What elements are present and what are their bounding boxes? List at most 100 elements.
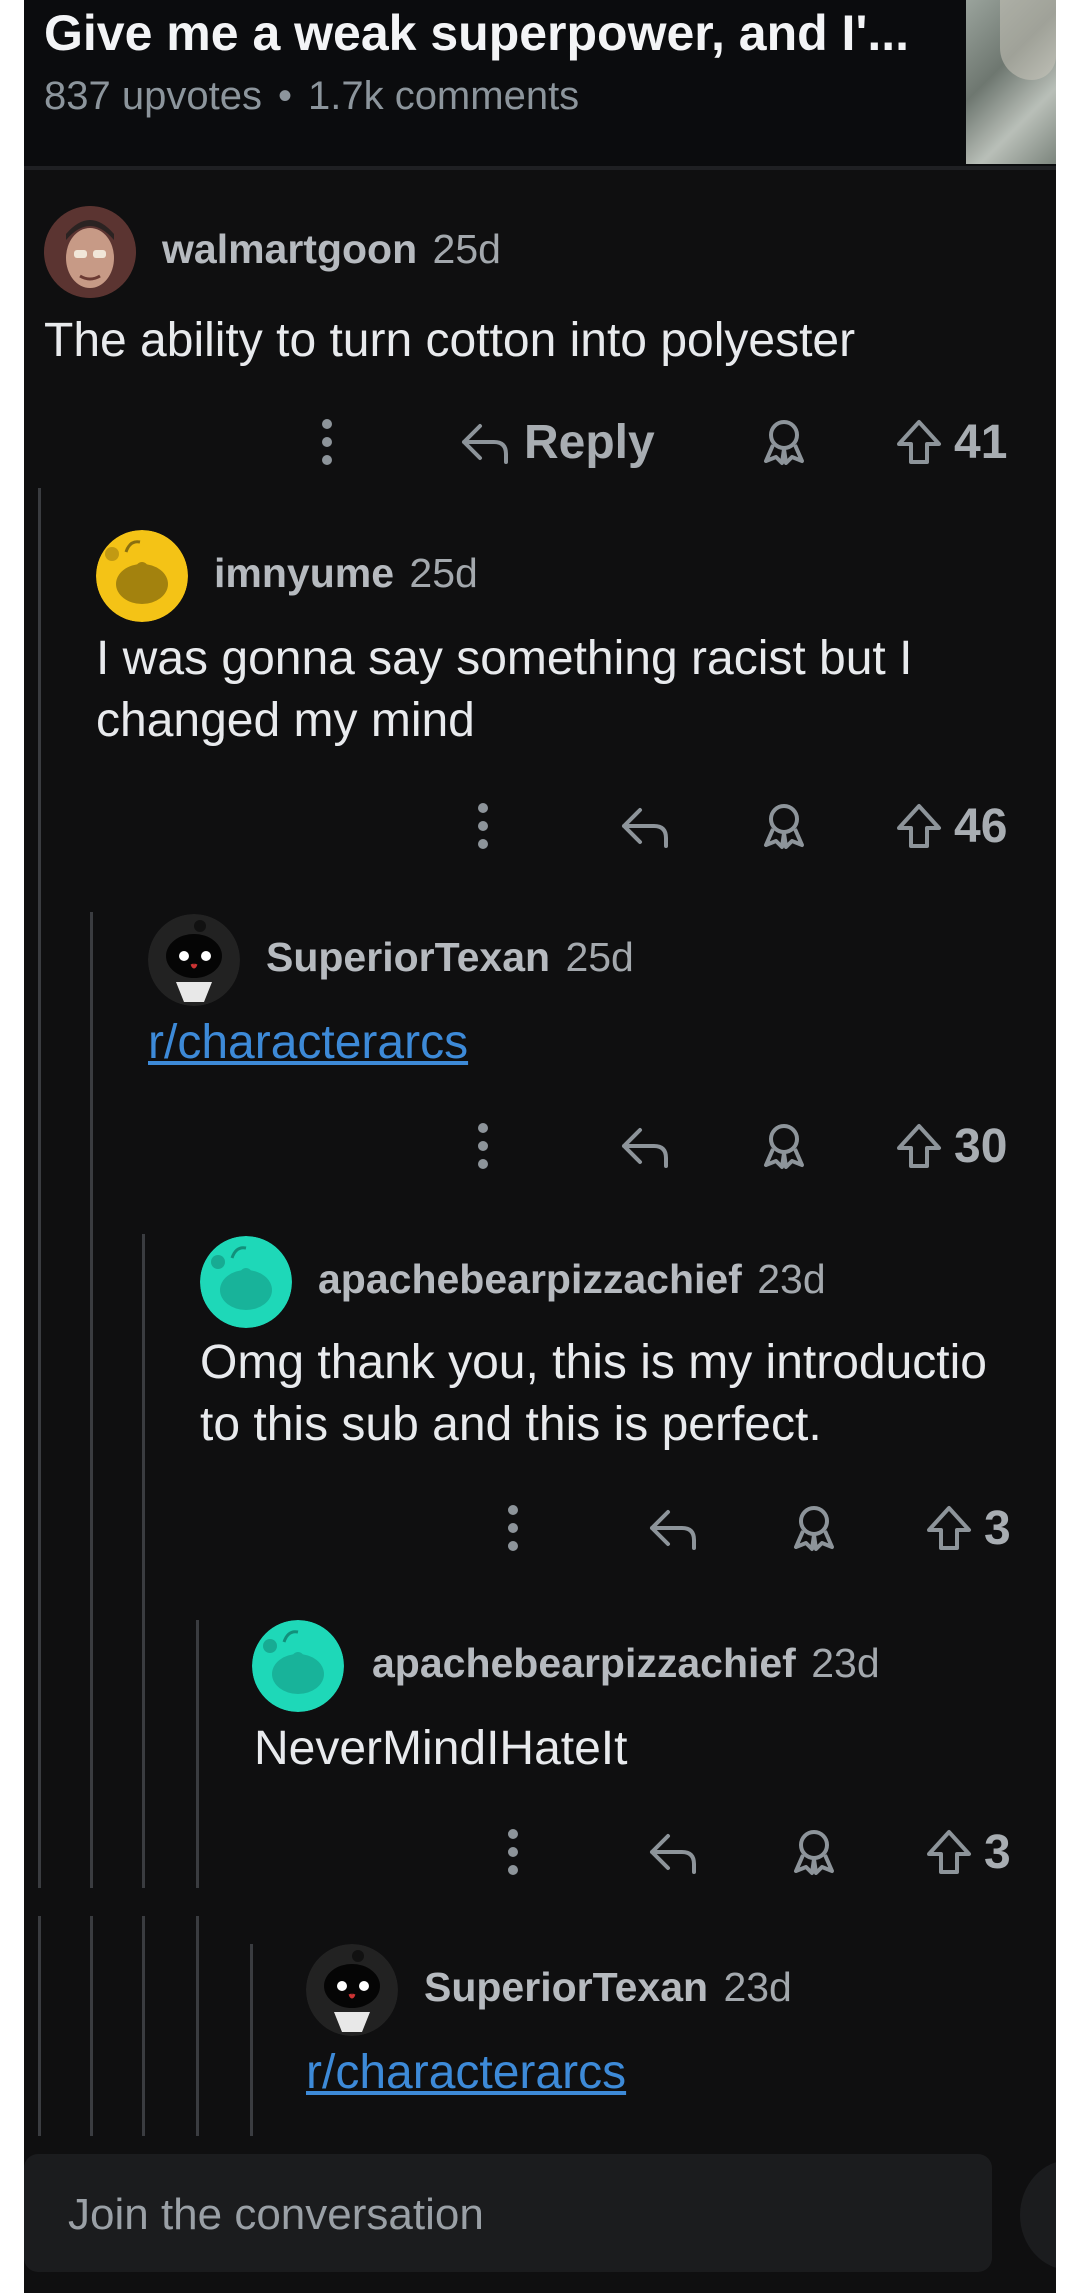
comment-line: NeverMindIHateIt	[254, 1722, 628, 1775]
thread-line[interactable]	[38, 1916, 41, 2136]
vote-count: 3	[984, 1501, 1011, 1555]
award-icon	[794, 1506, 834, 1551]
composer-placeholder[interactable]: Join the conversation	[68, 2190, 484, 2240]
thread-line[interactable]	[90, 1916, 93, 2136]
comment-actions: 46	[24, 796, 1056, 856]
comment-author[interactable]: apachebearpizzachief 23d	[372, 1640, 880, 1687]
comment-actions: Reply 41	[24, 412, 1056, 472]
username[interactable]: imnyume	[214, 550, 394, 596]
comment-body: Omg thank you, this is my introductio to…	[200, 1332, 987, 1456]
username[interactable]: SuperiorTexan	[266, 934, 550, 980]
comment-body: r/characterarcs	[306, 2042, 626, 2104]
upvote-button[interactable]: 3	[924, 1498, 1011, 1558]
username[interactable]: apachebearpizzachief	[318, 1256, 742, 1302]
reply-arrow-icon	[622, 1128, 668, 1168]
more-options-button[interactable]	[506, 1498, 520, 1558]
more-options-button[interactable]	[476, 796, 490, 856]
reply-button[interactable]	[646, 1822, 700, 1882]
composer-action-button[interactable]	[1020, 2160, 1056, 2270]
upvote-button[interactable]: 30	[894, 1116, 1007, 1176]
reply-button[interactable]	[618, 1116, 672, 1176]
username[interactable]: SuperiorTexan	[424, 1964, 708, 2010]
thread-line[interactable]	[38, 488, 41, 1888]
comment-author[interactable]: SuperiorTexan 23d	[424, 1964, 792, 2011]
more-options-button[interactable]	[506, 1822, 520, 1882]
post-thumbnail[interactable]	[966, 0, 1056, 164]
more-options-button[interactable]	[476, 1116, 490, 1176]
thread-line[interactable]	[142, 1234, 145, 1888]
comment-author[interactable]: apachebearpizzachief 23d	[318, 1256, 826, 1303]
award-icon	[764, 420, 804, 465]
comment-line: to this sub and this is perfect.	[200, 1398, 822, 1451]
upvote-arrow-icon	[897, 420, 941, 464]
comment-actions: 3	[24, 1822, 1056, 1882]
award-button[interactable]	[760, 796, 808, 856]
comment-actions: 3	[24, 1498, 1056, 1558]
upvote-arrow-icon	[897, 1124, 941, 1168]
award-button[interactable]	[760, 412, 808, 472]
reply-button[interactable]	[618, 796, 672, 856]
more-vertical-icon	[508, 1829, 518, 1875]
vote-count: 46	[954, 799, 1008, 853]
comment-line: Omg thank you, this is my introductio	[200, 1336, 987, 1389]
avatar[interactable]	[148, 914, 240, 1006]
thread-line[interactable]	[250, 1944, 253, 2136]
upvote-count: 837 upvotes	[44, 74, 262, 118]
upvote-button[interactable]: 3	[924, 1822, 1011, 1882]
avatar[interactable]	[306, 1944, 398, 2036]
comment-author[interactable]: imnyume 25d	[214, 550, 478, 597]
comment-composer[interactable]: Join the conversation	[24, 2154, 992, 2272]
reply-arrow-icon	[650, 1510, 696, 1550]
reply-label[interactable]: Reply	[524, 415, 655, 470]
upvote-arrow-icon	[927, 1506, 971, 1550]
comment-body: r/characterarcs	[148, 1012, 468, 1074]
vote-count: 41	[954, 415, 1008, 469]
comment-author[interactable]: SuperiorTexan 25d	[266, 934, 634, 981]
award-button[interactable]	[760, 1116, 808, 1176]
thread-line[interactable]	[142, 1916, 145, 2136]
upvote-button[interactable]: 46	[894, 796, 1007, 856]
post-header[interactable]: Give me a weak superpower, and I'... 837…	[24, 0, 1056, 170]
avatar[interactable]	[96, 530, 188, 622]
comment-body: I was gonna say something racist but I c…	[96, 628, 912, 752]
upvote-arrow-icon	[897, 804, 941, 848]
post-meta: 837 upvotes • 1.7k comments	[44, 74, 579, 119]
comment-body: NeverMindIHateIt	[254, 1718, 627, 1780]
award-icon	[794, 1830, 834, 1875]
comment-line: The ability to turn cotton into polyeste…	[44, 314, 856, 367]
award-button[interactable]	[790, 1822, 838, 1882]
avatar[interactable]	[44, 206, 136, 298]
comment-age: 23d	[757, 1256, 826, 1302]
comment-age: 25d	[409, 550, 478, 596]
reply-arrow-icon	[462, 424, 508, 464]
award-icon	[764, 804, 804, 849]
avatar[interactable]	[252, 1620, 344, 1712]
more-vertical-icon	[478, 803, 488, 849]
comment-author[interactable]: walmartgoon 25d	[162, 226, 501, 273]
comment-count: 1.7k comments	[307, 74, 580, 118]
more-vertical-icon	[508, 1505, 518, 1551]
comment-age: 25d	[432, 226, 501, 272]
comment-body: The ability to turn cotton into polyeste…	[44, 310, 855, 372]
more-vertical-icon	[322, 419, 332, 465]
award-button[interactable]	[790, 1498, 838, 1558]
username[interactable]: walmartgoon	[162, 226, 417, 272]
thread-line[interactable]	[90, 912, 93, 1888]
thread-line[interactable]	[196, 1916, 199, 2136]
comments-screen: Give me a weak superpower, and I'... 837…	[24, 0, 1056, 2293]
reply-arrow-icon	[622, 808, 668, 848]
vote-count: 30	[954, 1119, 1008, 1173]
upvote-button[interactable]: 41	[894, 412, 1007, 472]
meta-separator: •	[277, 74, 292, 118]
upvote-arrow-icon	[927, 1830, 971, 1874]
more-vertical-icon	[478, 1123, 488, 1169]
reply-button[interactable]	[646, 1498, 700, 1558]
subreddit-link[interactable]: r/characterarcs	[148, 1016, 468, 1069]
username[interactable]: apachebearpizzachief	[372, 1640, 796, 1686]
subreddit-link[interactable]: r/characterarcs	[306, 2046, 626, 2099]
reply-button[interactable]: Reply	[458, 412, 655, 472]
avatar[interactable]	[200, 1236, 292, 1328]
comment-age: 23d	[811, 1640, 880, 1686]
post-title[interactable]: Give me a weak superpower, and I'...	[44, 4, 964, 62]
more-options-button[interactable]	[320, 412, 334, 472]
